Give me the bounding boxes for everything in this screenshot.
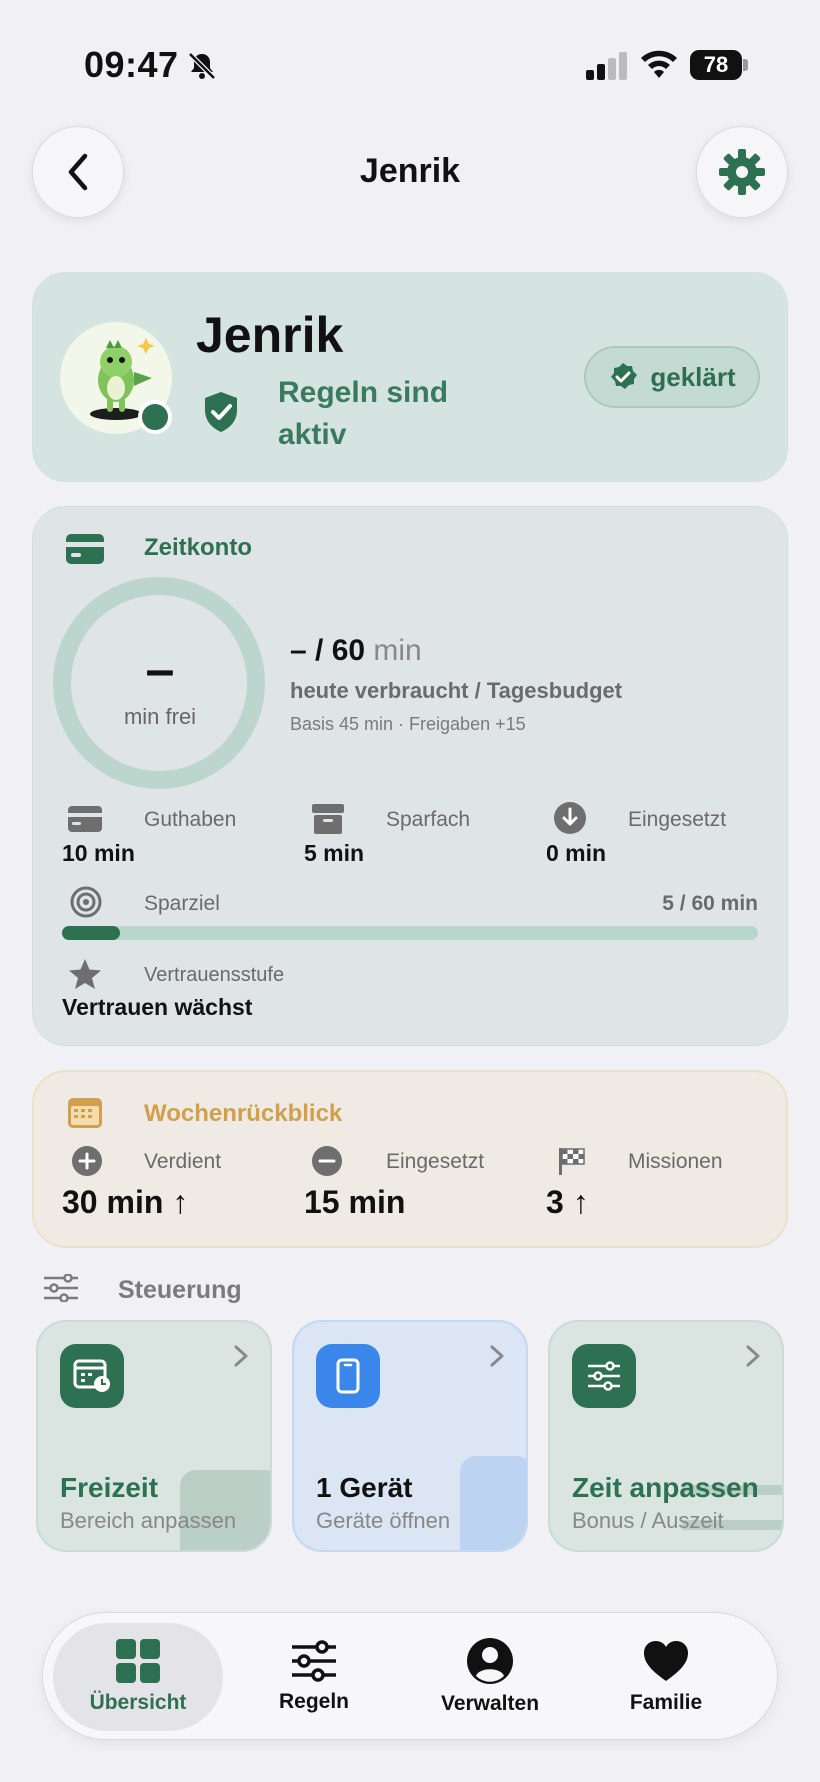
goal-progress-fill bbox=[62, 926, 120, 940]
status-badge-label: geklärt bbox=[650, 361, 736, 392]
trust-label: Vertrauensstufe bbox=[144, 964, 285, 986]
stat-label-sparfach: Sparfach bbox=[386, 808, 471, 831]
ring-label: min frei bbox=[123, 704, 197, 729]
status-badge: geklärt bbox=[584, 346, 760, 408]
chevron-right-icon bbox=[490, 1345, 504, 1367]
tab-uebersicht[interactable]: Übersicht bbox=[53, 1623, 223, 1731]
person-icon bbox=[467, 1638, 513, 1684]
wr-value-verdient: 30 min ↑ bbox=[62, 1184, 189, 1220]
sliders-icon bbox=[572, 1344, 636, 1408]
card-icon bbox=[66, 534, 104, 564]
tile-geraet-subtitle: Geräte öffnen bbox=[316, 1508, 451, 1533]
goal-label: Sparziel bbox=[144, 892, 220, 915]
tile-geraet-title: 1 Gerät bbox=[316, 1472, 413, 1503]
wr-label-eingesetzt: Eingesetzt bbox=[386, 1150, 485, 1173]
chevron-right-icon bbox=[746, 1345, 760, 1367]
gear-icon bbox=[719, 149, 765, 195]
grid-icon bbox=[116, 1639, 160, 1683]
chevron-left-icon bbox=[68, 153, 88, 191]
stat-value-sparfach: 5 min bbox=[304, 840, 365, 866]
rules-status: Regeln sind aktiv bbox=[278, 376, 449, 451]
star-icon bbox=[69, 959, 101, 989]
bell-muted-icon bbox=[188, 52, 216, 80]
budget-detail: Basis 45 min · Freigaben +15 bbox=[290, 714, 526, 734]
sliders-icon bbox=[292, 1640, 336, 1682]
tab-uebersicht-label: Übersicht bbox=[89, 1691, 187, 1714]
minus-circle-icon bbox=[312, 1146, 342, 1176]
profile-name: Jenrik bbox=[196, 307, 344, 363]
archive-box-icon bbox=[312, 804, 344, 834]
plus-circle-icon bbox=[72, 1146, 102, 1176]
tile-freizeit-title: Freizeit bbox=[60, 1472, 159, 1503]
verified-badge-icon bbox=[611, 363, 638, 389]
tile-freizeit[interactable]: Freizeit Bereich anpassen bbox=[36, 1320, 272, 1552]
calendar-icon bbox=[68, 1098, 102, 1128]
checkered-flag-icon bbox=[559, 1148, 585, 1175]
tile-geraet[interactable]: 1 Gerät Geräte öffnen bbox=[292, 1320, 528, 1552]
ring-value: – bbox=[145, 641, 175, 699]
tile-freizeit-subtitle: Bereich anpassen bbox=[60, 1508, 237, 1533]
stat-label-guthaben: Guthaben bbox=[144, 808, 237, 831]
wr-value-eingesetzt: 15 min bbox=[304, 1184, 406, 1220]
tab-familie[interactable]: Familie bbox=[581, 1623, 751, 1731]
tab-verwalten[interactable]: Verwalten bbox=[405, 1623, 575, 1731]
calendar-clock-icon bbox=[60, 1344, 124, 1408]
page-title: Jenrik bbox=[359, 152, 461, 190]
wochenrueckblick-title: Wochenrückblick bbox=[144, 1100, 343, 1127]
budget-value: – / 60 min bbox=[290, 634, 422, 668]
phone-icon bbox=[316, 1344, 380, 1408]
online-status-dot bbox=[138, 400, 172, 434]
tab-regeln[interactable]: Regeln bbox=[229, 1623, 399, 1731]
phone-watermark-icon bbox=[460, 1456, 526, 1550]
budget-amount: – / 60 bbox=[290, 634, 366, 667]
wifi-icon bbox=[641, 50, 677, 78]
tab-verwalten-label: Verwalten bbox=[440, 1692, 540, 1715]
tab-bar: Übersicht Regeln Verwalten Familie bbox=[42, 1612, 778, 1740]
tile-zeit-anpassen-subtitle: Bonus / Auszeit bbox=[572, 1508, 724, 1533]
tile-zeit-anpassen[interactable]: Zeit anpassen Bonus / Auszeit bbox=[548, 1320, 784, 1552]
budget-caption: heute verbraucht / Tagesbudget bbox=[290, 678, 623, 703]
tab-familie-label: Familie bbox=[629, 1691, 703, 1714]
sliders-icon bbox=[44, 1274, 78, 1302]
tile-zeit-anpassen-title: Zeit anpassen bbox=[572, 1472, 759, 1503]
goal-progress-bar bbox=[62, 926, 758, 940]
steuerung-label: Steuerung bbox=[118, 1276, 242, 1304]
heart-icon bbox=[644, 1641, 688, 1681]
stat-value-eingesetzt: 0 min bbox=[546, 840, 607, 866]
stat-value-guthaben: 10 min bbox=[62, 840, 135, 866]
status-time: 09:47 bbox=[84, 44, 179, 85]
battery-indicator: 78 bbox=[690, 50, 748, 80]
budget-unit: min bbox=[373, 634, 422, 667]
goal-value: 5 / 60 min bbox=[662, 892, 758, 915]
zeitkonto-title: Zeitkonto bbox=[144, 534, 252, 561]
wr-label-verdient: Verdient bbox=[144, 1150, 222, 1173]
arrow-down-circle-icon bbox=[554, 802, 586, 834]
battery-level: 78 bbox=[703, 52, 729, 77]
chevron-right-icon bbox=[234, 1345, 248, 1367]
cell-signal-icon bbox=[586, 52, 627, 80]
settings-button[interactable] bbox=[696, 126, 788, 218]
target-icon bbox=[70, 886, 102, 918]
wr-value-missionen: 3 ↑ bbox=[546, 1184, 589, 1220]
stat-label-eingesetzt: Eingesetzt bbox=[628, 808, 727, 831]
back-button[interactable] bbox=[32, 126, 124, 218]
wr-label-missionen: Missionen bbox=[628, 1150, 723, 1173]
tab-regeln-label: Regeln bbox=[278, 1690, 349, 1713]
trust-value: Vertrauen wächst bbox=[62, 994, 253, 1020]
credit-card-icon bbox=[68, 806, 102, 832]
calendar-watermark-icon bbox=[180, 1470, 270, 1550]
shield-check-icon bbox=[205, 392, 237, 432]
